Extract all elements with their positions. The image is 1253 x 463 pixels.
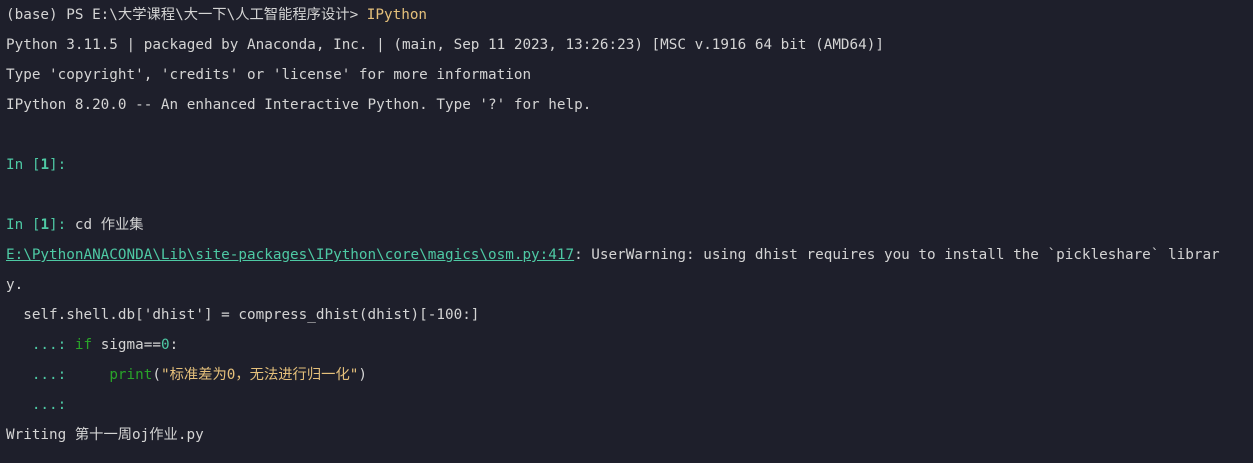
continuation-line-3: ...: xyxy=(6,390,1247,420)
input-prompt-empty: In [1]: xyxy=(6,150,1247,180)
command-ipython: IPython xyxy=(366,7,428,23)
in-label: In [ xyxy=(6,217,41,233)
prompt-prefix: (base) PS E:\大学课程\大一下\人工智能程序设计> xyxy=(6,7,367,23)
in-close: ]: xyxy=(49,217,67,233)
banner-type-help: Type 'copyright', 'credits' or 'license'… xyxy=(6,67,532,83)
continuation-line-2: ...: print("标准差为0，无法进行归一化") xyxy=(6,360,1247,390)
in-close: ]: xyxy=(49,157,67,173)
continuation-prompt: ...: xyxy=(6,397,67,413)
in-label: In [ xyxy=(6,157,41,173)
terminal-window[interactable]: (base) PS E:\大学课程\大一下\人工智能程序设计> IPython … xyxy=(0,0,1253,463)
continuation-line-1: ...: if sigma==0: xyxy=(6,330,1247,360)
cd-command: cd 作业集 xyxy=(66,217,144,233)
in-number: 1 xyxy=(40,157,50,173)
warning-line: E:\PythonANACONDA\Lib\site-packages\IPyt… xyxy=(6,240,1247,270)
code-text: : xyxy=(169,337,179,353)
banner-python: Python 3.11.5 | packaged by Anaconda, In… xyxy=(6,37,884,53)
banner-ipython: IPython 8.20.0 -- An enhanced Interactiv… xyxy=(6,97,592,113)
input-prompt-cd: In [1]: cd 作业集 xyxy=(6,210,1247,240)
powershell-prompt-line: (base) PS E:\大学课程\大一下\人工智能程序设计> IPython xyxy=(6,0,1247,30)
paren-close: ) xyxy=(358,367,367,383)
continuation-prompt: ...: xyxy=(6,367,75,383)
keyword-if: if xyxy=(74,337,93,353)
code-text: sigma== xyxy=(92,337,161,353)
warning-code: self.shell.db['dhist'] = compress_dhist(… xyxy=(6,307,480,323)
builtin-print: print xyxy=(109,367,153,383)
warning-message: : UserWarning: using dhist requires you … xyxy=(574,247,1220,263)
string-literal: "标准差为0，无法进行归一化" xyxy=(160,367,359,383)
continuation-prompt: ...: xyxy=(6,337,75,353)
number-literal: 0 xyxy=(160,337,170,353)
paren-open: ( xyxy=(152,367,161,383)
in-number: 1 xyxy=(40,217,50,233)
warning-file-link[interactable]: E:\PythonANACONDA\Lib\site-packages\IPyt… xyxy=(6,247,574,263)
warning-wrap: y. xyxy=(6,277,24,293)
writing-output: Writing 第十一周oj作业.py xyxy=(6,427,204,443)
